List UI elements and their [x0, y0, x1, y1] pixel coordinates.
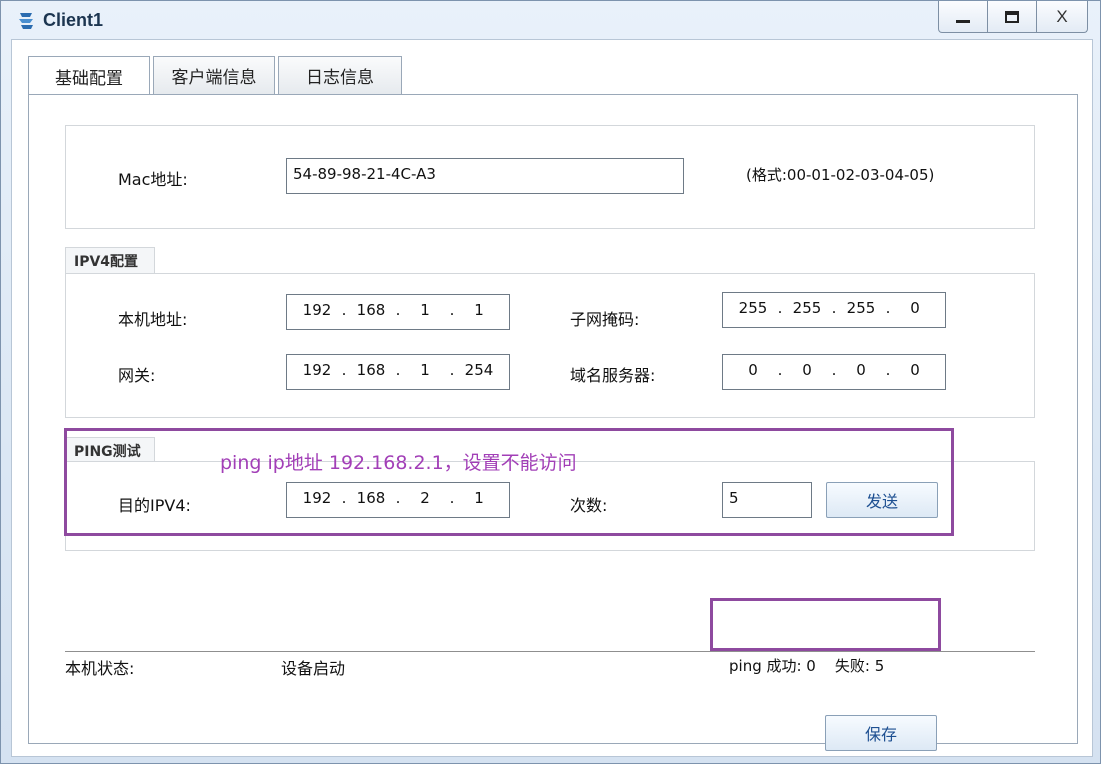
title-bar[interactable]: Client1 X: [1, 1, 1100, 39]
ip-dot: .: [831, 361, 837, 379]
ip-octet: 0: [748, 361, 758, 379]
maximize-icon: [1005, 10, 1019, 23]
tab-log-info[interactable]: 日志信息: [278, 56, 402, 94]
ip-octet: 1: [420, 301, 430, 319]
local-ip-input[interactable]: 192. 168. 1. 1: [286, 294, 510, 330]
ip-dot: .: [449, 301, 455, 319]
ip-dot: .: [341, 301, 347, 319]
minimize-button[interactable]: [938, 1, 988, 33]
gateway-input[interactable]: 192. 168. 1. 254: [286, 354, 510, 390]
ping-annotation-text: ping ip地址 192.168.2.1，设置不能访问: [220, 452, 577, 474]
status-divider: [65, 651, 1035, 652]
ip-dot: .: [341, 361, 347, 379]
ip-dot: .: [777, 361, 783, 379]
ping-result-text: ping 成功: 0 失败: 5: [729, 657, 885, 675]
mac-address-input[interactable]: 54-89-98-21-4C-A3: [286, 158, 684, 194]
ip-octet: 168: [356, 301, 386, 319]
ip-octet: 192: [302, 301, 332, 319]
ip-octet: 192: [302, 361, 332, 379]
ping-annotation-box: [64, 428, 954, 536]
ip-octet: 1: [474, 301, 484, 319]
ip-dot: .: [449, 361, 455, 379]
ipv4-group: 本机地址: 192. 168. 1. 1 子网掩码: 255. 255. 255…: [65, 273, 1035, 418]
mac-label: Mac地址:: [118, 170, 188, 189]
status-value: 设备启动: [281, 659, 346, 678]
ip-octet: 0: [856, 361, 866, 379]
ip-octet: 254: [464, 361, 494, 379]
ip-dot: .: [777, 299, 783, 317]
close-button[interactable]: X: [1036, 1, 1088, 33]
client-window: Client1 X 基础配置 客户端信息 日志信息 Mac地址: 54-89-9…: [0, 0, 1101, 764]
minimize-icon: [956, 20, 970, 23]
ip-octet: 0: [910, 299, 920, 317]
local-ip-label: 本机地址:: [118, 310, 188, 329]
tab-basic-config[interactable]: 基础配置: [28, 56, 150, 96]
ip-octet: 255: [846, 299, 876, 317]
client-area: 基础配置 客户端信息 日志信息 Mac地址: 54-89-98-21-4C-A3…: [11, 39, 1093, 757]
ip-dot: .: [831, 299, 837, 317]
ping-result-annotation-box: [710, 598, 941, 651]
status-label: 本机状态:: [65, 659, 135, 678]
tab-client-info[interactable]: 客户端信息: [153, 56, 275, 94]
ip-octet: 255: [738, 299, 768, 317]
app-icon: [19, 13, 33, 29]
ip-octet: 0: [802, 361, 812, 379]
ip-octet: 168: [356, 361, 386, 379]
ip-dot: .: [395, 301, 401, 319]
ip-dot: .: [885, 299, 891, 317]
ip-octet: 0: [910, 361, 920, 379]
ip-octet: 255: [792, 299, 822, 317]
ip-dot: .: [395, 361, 401, 379]
maximize-button[interactable]: [987, 1, 1037, 33]
mac-group: Mac地址: 54-89-98-21-4C-A3 (格式:00-01-02-03…: [65, 125, 1035, 229]
window-title: Client1: [43, 10, 104, 30]
subnet-mask-label: 子网掩码:: [570, 310, 640, 329]
dns-input[interactable]: 0. 0. 0. 0: [722, 354, 946, 390]
ip-octet: 1: [420, 361, 430, 379]
dns-label: 域名服务器:: [570, 366, 656, 385]
mac-format-hint: (格式:00-01-02-03-04-05): [746, 166, 935, 184]
ip-dot: .: [885, 361, 891, 379]
save-button[interactable]: 保存: [825, 715, 937, 751]
subnet-mask-input[interactable]: 255. 255. 255. 0: [722, 292, 946, 328]
gateway-label: 网关:: [118, 366, 156, 385]
